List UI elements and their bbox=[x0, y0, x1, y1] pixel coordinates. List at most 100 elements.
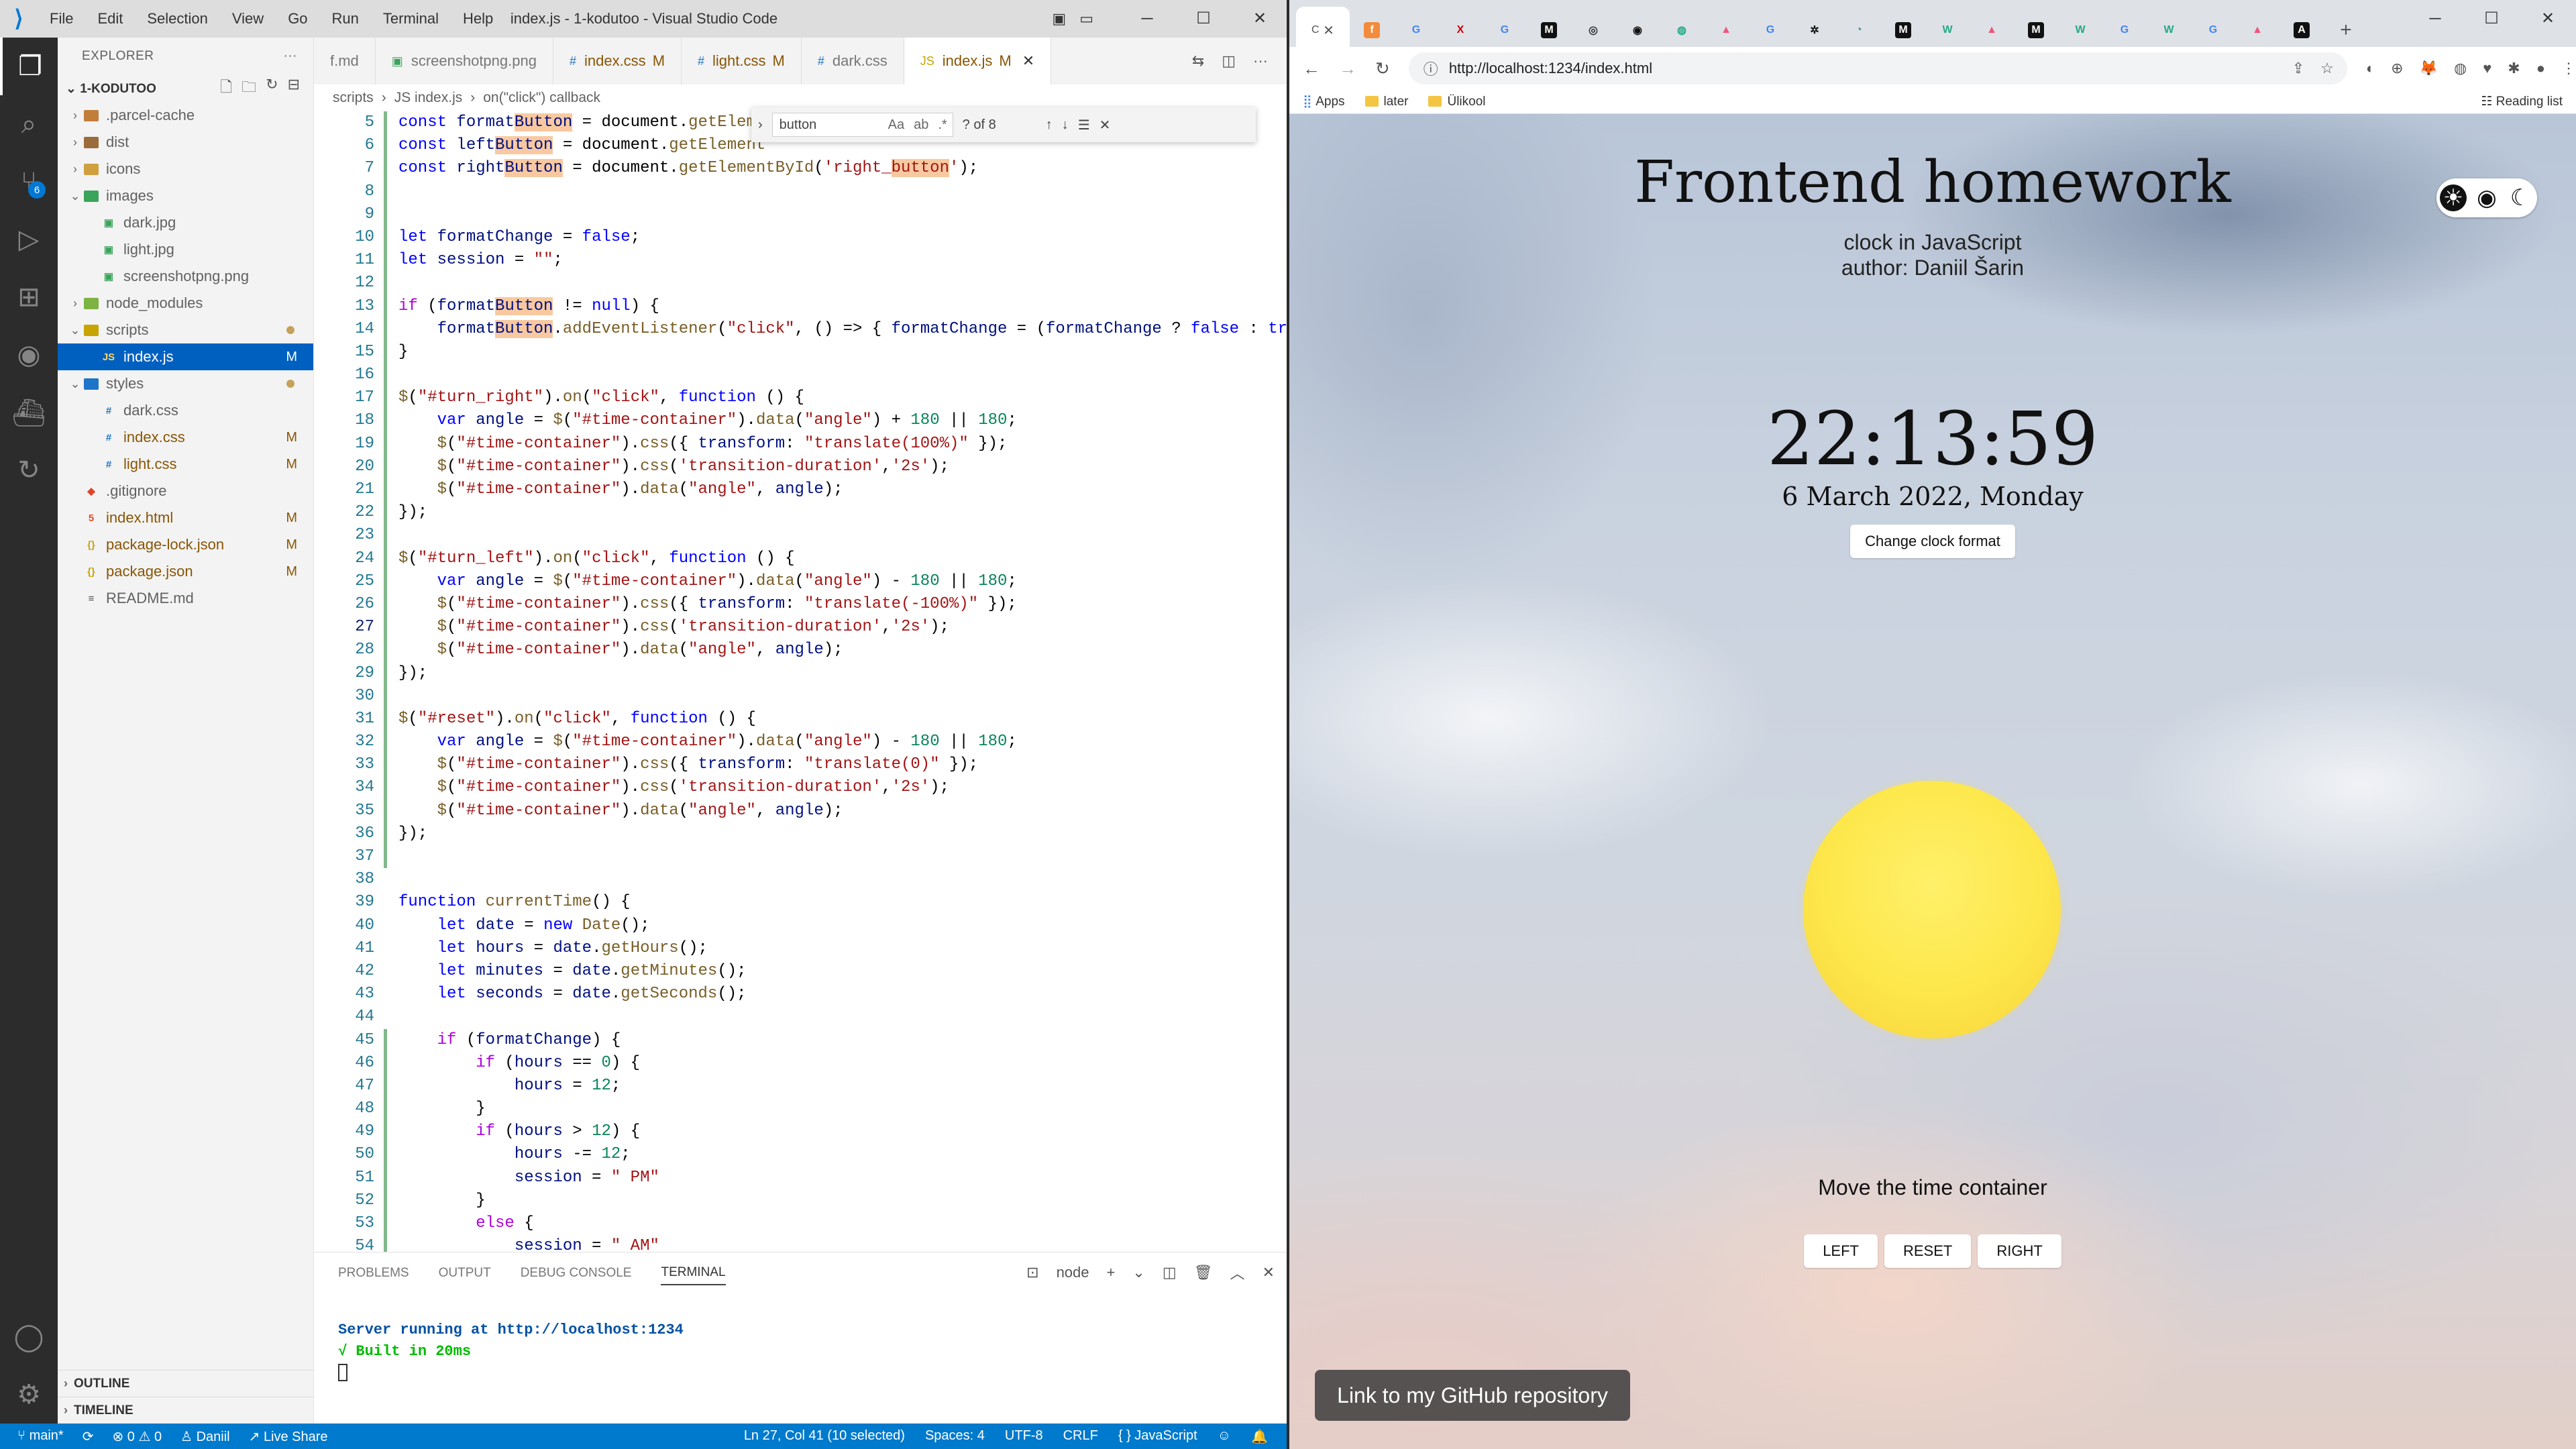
close-window-button[interactable]: ✕ bbox=[2520, 0, 2576, 38]
minimize-button[interactable]: ─ bbox=[2407, 0, 2463, 38]
bookmark-folder[interactable]: Ülikool bbox=[1428, 95, 1486, 109]
code-editor[interactable]: 5 const formatButton = document.getEleme … bbox=[314, 111, 1288, 1252]
more-actions-icon[interactable]: ··· bbox=[284, 49, 297, 64]
timeline-section[interactable]: › TIMELINE bbox=[58, 1397, 314, 1424]
file-tree-item[interactable]: › node_modules bbox=[58, 290, 313, 317]
back-icon[interactable]: ← bbox=[1303, 58, 1320, 79]
settings-gear-icon[interactable]: ⚙ bbox=[0, 1366, 58, 1424]
github-icon[interactable]: ◉ bbox=[0, 326, 58, 384]
outline-section[interactable]: › OUTLINE bbox=[58, 1370, 314, 1397]
maximize-button[interactable]: ☐ bbox=[1175, 0, 1232, 38]
language-status[interactable]: { } JavaScript bbox=[1118, 1428, 1197, 1445]
new-file-icon[interactable]: 🗋 bbox=[220, 76, 232, 101]
match-word-icon[interactable]: ab bbox=[914, 117, 928, 133]
panel-tab-terminal[interactable]: TERMINAL bbox=[661, 1261, 726, 1285]
close-icon[interactable]: ✕ bbox=[1263, 1264, 1275, 1281]
file-tree-item[interactable]: ▣ screenshotpng.png bbox=[58, 263, 313, 290]
minimize-button[interactable]: ─ bbox=[1119, 0, 1175, 38]
close-icon[interactable]: ✕ bbox=[1099, 117, 1111, 133]
live-share-icon[interactable]: ↻ bbox=[0, 441, 58, 499]
file-tree-item[interactable]: 5 index.html M bbox=[58, 504, 313, 531]
panel-tab-output[interactable]: OUTPUT bbox=[439, 1262, 491, 1285]
metamask-icon[interactable]: 🦊 bbox=[2420, 60, 2438, 77]
file-tree-item[interactable]: {} package.json M bbox=[58, 558, 313, 585]
menu-item-edit[interactable]: Edit bbox=[85, 0, 135, 38]
find-in-selection-icon[interactable]: ☰ bbox=[1078, 117, 1090, 133]
file-tree-item[interactable]: ▣ dark.jpg bbox=[58, 209, 313, 236]
chevron-right-icon[interactable]: › bbox=[758, 117, 763, 133]
notifications-icon[interactable]: 🔔 bbox=[1251, 1428, 1268, 1445]
close-window-button[interactable]: ✕ bbox=[1232, 0, 1288, 38]
menu-item-file[interactable]: File bbox=[38, 0, 85, 38]
breadcrumb-item[interactable]: scripts bbox=[333, 90, 374, 106]
live-share-status[interactable]: ↗ Live Share bbox=[249, 1428, 328, 1445]
file-tree-item[interactable]: ⌄ scripts bbox=[58, 317, 313, 343]
next-match-icon[interactable]: ↓ bbox=[1062, 117, 1069, 133]
breadcrumb-item[interactable]: on("click") callback bbox=[483, 90, 600, 106]
share-icon[interactable]: ⇪ bbox=[2292, 60, 2304, 77]
editor-tab[interactable]: # dark.css bbox=[802, 38, 904, 85]
change-format-button[interactable]: Change clock format bbox=[1850, 525, 2015, 558]
find-input[interactable]: button Aa ab .* bbox=[771, 113, 953, 137]
left-button[interactable]: LEFT bbox=[1804, 1234, 1878, 1268]
file-tree-item[interactable]: › .parcel-cache bbox=[58, 102, 313, 129]
refresh-icon[interactable]: ↻ bbox=[266, 76, 278, 101]
split-editor-icon[interactable]: ◫ bbox=[1222, 52, 1236, 70]
problems-status[interactable]: ⊗ 0 ⚠ 0 bbox=[112, 1428, 162, 1445]
terminal-output[interactable]: Server running at http://localhost:1234 … bbox=[314, 1298, 1288, 1384]
feedback-icon[interactable]: ☺ bbox=[1218, 1428, 1231, 1445]
menu-item-run[interactable]: Run bbox=[320, 0, 371, 38]
close-tab-icon[interactable]: ✕ bbox=[1323, 22, 1334, 39]
pocket-icon[interactable]: ♥ bbox=[2483, 60, 2491, 77]
docker-icon[interactable]: ⛴ bbox=[0, 384, 58, 441]
menu-item-go[interactable]: Go bbox=[276, 0, 319, 38]
new-terminal-icon[interactable]: + bbox=[1107, 1264, 1116, 1281]
moon-icon[interactable]: ☾ bbox=[2507, 184, 2534, 211]
file-tree-item[interactable]: ⌄ styles bbox=[58, 370, 313, 397]
reset-button[interactable]: RESET bbox=[1884, 1234, 1972, 1268]
menu-item-view[interactable]: View bbox=[220, 0, 276, 38]
user-status[interactable]: ♙ Daniil bbox=[180, 1428, 230, 1445]
search-icon[interactable]: ⌕ bbox=[0, 95, 58, 153]
account-icon[interactable]: ◯ bbox=[0, 1308, 58, 1366]
reading-list-button[interactable]: ☷ Reading list bbox=[2481, 94, 2563, 109]
maximize-panel-icon[interactable]: ︿ bbox=[1230, 1262, 1245, 1283]
extension-icon[interactable]: ⊕ bbox=[2391, 60, 2403, 77]
trash-icon[interactable]: 🗑 bbox=[1194, 1264, 1213, 1281]
address-bar[interactable]: ⓘ http://localhost:1234/index.html ⇪ ☆ bbox=[1408, 52, 2347, 85]
file-tree-item[interactable]: ⌄ images bbox=[58, 182, 313, 209]
theme-toggle[interactable]: ☀ ◉ ☾ bbox=[2436, 178, 2537, 217]
info-icon[interactable]: ⓘ bbox=[1424, 58, 1438, 79]
match-case-icon[interactable]: Aa bbox=[888, 117, 904, 133]
encoding-status[interactable]: UTF-8 bbox=[1005, 1428, 1043, 1445]
editor-tab[interactable]: JS index.js M ✕ bbox=[904, 38, 1052, 85]
panel-tab-problems[interactable]: PROBLEMS bbox=[338, 1262, 409, 1285]
menu-kebab-icon[interactable]: ⋮ bbox=[2561, 60, 2576, 77]
editor-tab[interactable]: ▣ screenshotpng.png bbox=[376, 38, 553, 85]
file-tree-item[interactable]: ◆ .gitignore bbox=[58, 478, 313, 504]
split-terminal-icon[interactable]: ◫ bbox=[1163, 1264, 1177, 1281]
bookmark-star-icon[interactable]: ☆ bbox=[2320, 60, 2334, 77]
extension-icon[interactable]: ◐ bbox=[2366, 60, 2375, 77]
file-tree-item[interactable]: {} package-lock.json M bbox=[58, 531, 313, 558]
layout-toggle-icon[interactable]: ▣ bbox=[1052, 10, 1066, 28]
sync-icon[interactable]: ⟳ bbox=[83, 1428, 94, 1445]
editor-tab[interactable]: f.md bbox=[314, 38, 376, 85]
project-header[interactable]: ⌄ 1-KODUTOO 🗋 🗀 ↻ ⊟ bbox=[58, 75, 313, 102]
auto-theme-icon[interactable]: ◉ bbox=[2473, 184, 2500, 211]
extension-icon[interactable]: ◍ bbox=[2454, 60, 2467, 77]
file-tree-item[interactable]: ▣ light.jpg bbox=[58, 236, 313, 263]
cursor-position[interactable]: Ln 27, Col 41 (10 selected) bbox=[744, 1428, 905, 1445]
menu-item-help[interactable]: Help bbox=[451, 0, 505, 38]
extensions-icon[interactable]: ⊞ bbox=[0, 268, 58, 326]
previous-match-icon[interactable]: ↑ bbox=[1046, 117, 1053, 133]
github-link[interactable]: Link to my GitHub repository bbox=[1315, 1370, 1630, 1421]
menu-item-selection[interactable]: Selection bbox=[135, 0, 220, 38]
file-tree-item[interactable]: ≡ README.md bbox=[58, 585, 313, 612]
file-tree-item[interactable]: › dist bbox=[58, 129, 313, 156]
menu-item-terminal[interactable]: Terminal bbox=[371, 0, 451, 38]
sun-icon[interactable]: ☀ bbox=[2440, 184, 2467, 211]
bookmark-apps[interactable]: ⣿ Apps bbox=[1303, 94, 1345, 109]
explorer-icon[interactable]: ❐ bbox=[0, 38, 58, 95]
file-tree-item[interactable]: # light.css M bbox=[58, 451, 313, 478]
